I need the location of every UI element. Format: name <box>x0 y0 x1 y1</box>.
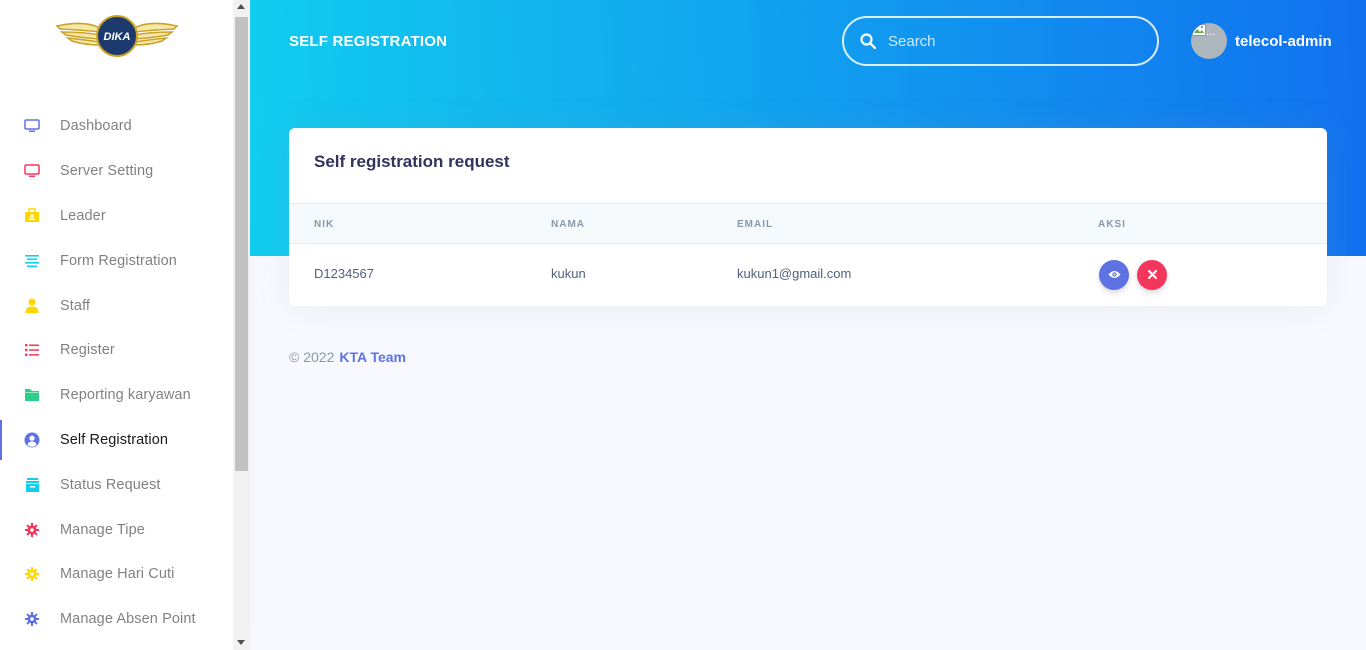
sidebar-item-label: Form Registration <box>60 252 177 269</box>
avatar-alt-text: ... <box>1206 26 1216 38</box>
sidebar-item-label: Self Registration <box>60 431 169 448</box>
monitor-icon <box>24 163 40 179</box>
sidebar-item-register[interactable]: Register <box>0 328 233 373</box>
cell-nama: kukun <box>551 266 586 281</box>
sidebar-item-manage-hari-cuti[interactable]: Manage Hari Cuti <box>0 552 233 597</box>
user-icon <box>24 298 40 314</box>
column-header-email: EMAIL <box>737 219 774 230</box>
sidebar-item-label: Dashboard <box>60 118 132 135</box>
align-center-icon <box>24 253 40 269</box>
avatar[interactable]: ... <box>1191 23 1227 59</box>
svg-text:DIKA: DIKA <box>104 31 131 43</box>
eye-icon <box>1108 266 1121 284</box>
sidebar-item-leader[interactable]: Leader <box>0 194 233 239</box>
sidebar-item-self-registration[interactable]: Self Registration <box>0 418 233 463</box>
monitor-icon <box>24 118 40 134</box>
gear-icon <box>24 522 40 538</box>
sidebar-item-label: Reporting karyawan <box>60 387 191 404</box>
search-bar[interactable] <box>842 16 1159 66</box>
gear-icon <box>24 566 40 582</box>
self-registration-card: Self registration request NIK NAMA EMAIL… <box>289 128 1327 306</box>
page-title: SELF REGISTRATION <box>289 33 448 50</box>
sidebar-item-label: Manage Hari Cuti <box>60 566 175 583</box>
sidebar-item-label: Status Request <box>60 476 161 493</box>
gear-icon <box>24 611 40 627</box>
user-circle-icon <box>24 432 40 448</box>
folder-icon <box>24 387 40 403</box>
sidebar-item-form-registration[interactable]: Form Registration <box>0 238 233 283</box>
footer-copyright: © 2022 <box>289 349 335 365</box>
scroll-down-arrow-icon[interactable] <box>237 640 245 645</box>
sidebar-item-server-setting[interactable]: Server Setting <box>0 149 233 194</box>
card-title: Self registration request <box>314 152 510 171</box>
sidebar-item-dashboard[interactable]: Dashboard <box>0 104 233 149</box>
sidebar-item-status-request[interactable]: Status Request <box>0 462 233 507</box>
sidebar-item-label: Staff <box>60 297 91 314</box>
cell-email: kukun1@gmail.com <box>737 266 852 281</box>
sidebar-nav: Dashboard Server Setting Leader Form Reg… <box>0 104 233 642</box>
sidebar-item-label: Manage Absen Point <box>60 611 196 628</box>
footer-team-link[interactable]: KTA Team <box>339 349 406 365</box>
sidebar-scrollbar[interactable] <box>233 0 250 650</box>
bullet-list-icon <box>24 342 40 358</box>
sidebar-item-manage-absen-point[interactable]: Manage Absen Point <box>0 597 233 642</box>
view-button[interactable] <box>1099 260 1129 290</box>
scroll-up-arrow-icon[interactable] <box>237 4 245 9</box>
sidebar-item-staff[interactable]: Staff <box>0 283 233 328</box>
archive-icon <box>24 477 40 493</box>
search-input[interactable] <box>888 32 1128 50</box>
search-icon <box>860 33 877 50</box>
broken-image-icon <box>1192 23 1206 36</box>
sidebar-item-label: Manage Tipe <box>60 521 145 538</box>
cell-nik: D1234567 <box>314 266 374 281</box>
briefcase-icon <box>24 208 40 224</box>
sidebar-item-label: Server Setting <box>60 163 154 180</box>
column-header-nama: NAMA <box>551 219 585 230</box>
footer: © 2022 KTA Team <box>289 349 406 365</box>
sidebar-item-reporting-karyawan[interactable]: Reporting karyawan <box>0 373 233 418</box>
sidebar-item-label: Register <box>60 342 115 359</box>
delete-button[interactable] <box>1137 260 1167 290</box>
sidebar: DIKA Dashboard Server Setting Leader For… <box>0 0 233 650</box>
column-header-aksi: AKSI <box>1098 219 1126 230</box>
dika-logo[interactable]: DIKA <box>54 14 180 58</box>
scroll-thumb[interactable] <box>235 17 248 471</box>
sidebar-item-label: Leader <box>60 207 106 224</box>
sidebar-item-manage-tipe[interactable]: Manage Tipe <box>0 507 233 552</box>
username[interactable]: telecol-admin <box>1235 33 1332 50</box>
column-header-nik: NIK <box>314 219 335 230</box>
close-icon <box>1147 266 1157 284</box>
table-header: NIK NAMA EMAIL AKSI <box>289 203 1327 244</box>
